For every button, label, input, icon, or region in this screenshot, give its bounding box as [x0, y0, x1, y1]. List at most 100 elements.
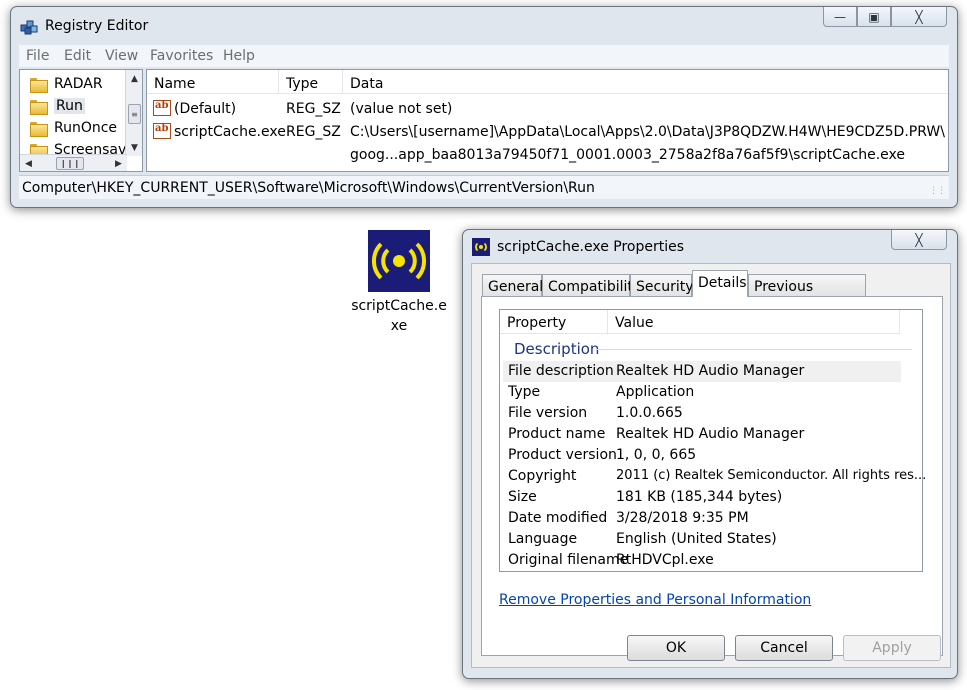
column-header-value[interactable]: Value — [608, 310, 900, 334]
scroll-left-icon[interactable]: ◀ — [20, 155, 37, 171]
property-key: Product version — [508, 447, 617, 463]
tree-vertical-scrollbar[interactable]: ▲ ≡ ▼ — [125, 70, 142, 156]
table-row[interactable]: Size 181 KB (185,344 bytes) — [503, 487, 901, 508]
folder-icon — [30, 121, 48, 137]
table-row[interactable]: Product version 1, 0, 0, 665 — [503, 445, 901, 466]
dialog-body: General Compatibility Security Details P… — [471, 263, 951, 668]
tab-security[interactable]: Security — [630, 274, 694, 297]
table-row[interactable]: Type Application — [503, 382, 901, 403]
column-header-type[interactable]: Type — [279, 70, 343, 94]
cancel-button[interactable]: Cancel — [735, 635, 833, 661]
tree-item-label: Run — [54, 98, 85, 114]
close-button[interactable]: ╳ — [891, 230, 947, 250]
apply-button[interactable]: Apply — [843, 635, 941, 661]
property-key: Date modified — [508, 510, 608, 526]
column-header-data[interactable]: Data — [343, 70, 948, 94]
value-name: (Default) — [174, 101, 237, 117]
menu-view[interactable]: View — [105, 48, 138, 64]
table-row[interactable]: File version 1.0.0.665 — [503, 403, 901, 424]
property-key: File description — [508, 363, 614, 379]
values-list[interactable]: Name Type Data ab (Default) REG_SZ (valu… — [146, 69, 949, 172]
minimize-icon: — — [834, 9, 846, 24]
key-tree[interactable]: RADAR Run RunOnce Screensav ▲ ≡ ▼ ◀ ❙❙❙ … — [19, 69, 143, 172]
section-divider — [596, 349, 912, 350]
string-value-icon: ab — [153, 100, 171, 116]
resize-grip-icon[interactable]: ⋮⋮ — [929, 186, 946, 196]
menu-file[interactable]: File — [26, 48, 49, 64]
dialog-title: scriptCache.exe Properties — [497, 239, 685, 255]
registry-editor-app-icon — [20, 20, 38, 35]
property-value: 3/28/2018 9:35 PM — [616, 510, 749, 526]
property-value: Realtek HD Audio Manager — [616, 426, 805, 442]
tab-previous-versions[interactable]: Previous Versions — [748, 274, 866, 311]
maximize-button[interactable]: ▣ — [857, 7, 891, 27]
property-value: Realtek HD Audio Manager — [616, 363, 805, 379]
folder-icon — [30, 77, 48, 93]
tree-horizontal-scrollbar[interactable]: ◀ ❙❙❙ ▶ — [20, 154, 127, 171]
property-value: 1.0.0.665 — [616, 405, 683, 421]
column-header-property[interactable]: Property — [500, 310, 608, 334]
close-icon: ╳ — [915, 9, 923, 24]
tree-item-label: RADAR — [54, 76, 103, 92]
property-key: Size — [508, 489, 537, 505]
audio-broadcast-icon — [472, 238, 490, 256]
table-row[interactable]: File description Realtek HD Audio Manager — [503, 361, 901, 382]
value-type: REG_SZ — [286, 101, 341, 117]
broadcast-graphic — [371, 242, 427, 280]
properties-list[interactable]: Property Value Description File descript… — [499, 309, 926, 572]
tree-item-run[interactable]: Run — [30, 96, 85, 116]
close-icon: ╳ — [915, 232, 923, 247]
property-key: Language — [508, 531, 578, 547]
property-key: Original filename — [508, 552, 629, 568]
column-header-name[interactable]: Name — [147, 70, 279, 94]
property-value: RtHDVCpl.exe — [616, 552, 714, 568]
menu-favorites[interactable]: Favorites — [150, 48, 213, 64]
table-row[interactable]: ab scriptCache.exe REG_SZ C:\Users\[user… — [147, 120, 947, 166]
value-name: scriptCache.exe — [174, 124, 286, 140]
scroll-right-icon[interactable]: ▶ — [110, 155, 127, 171]
table-row[interactable]: Language English (United States) — [503, 529, 901, 550]
ok-button[interactable]: OK — [627, 635, 725, 661]
tab-compatibility[interactable]: Compatibility — [542, 274, 641, 297]
value-data-continued: goog...app_baa8013a79450f71_0001.0003_27… — [350, 147, 905, 163]
property-key: Type — [508, 384, 541, 400]
details-panel: Property Value Description File descript… — [481, 296, 943, 656]
menu-bar: File Edit View Favorites Help — [19, 45, 949, 67]
section-heading: Description — [514, 340, 600, 358]
table-row[interactable]: Copyright 2011 (c) Realtek Semiconductor.… — [503, 466, 926, 487]
minimize-button[interactable]: — — [823, 7, 857, 27]
table-row[interactable]: Original filename RtHDVCpl.exe — [503, 550, 901, 571]
property-value: Application — [616, 384, 695, 400]
table-row[interactable]: Date modified 3/28/2018 9:35 PM — [503, 508, 901, 529]
tree-item-runonce[interactable]: RunOnce — [30, 118, 117, 138]
close-button[interactable]: ╳ — [891, 7, 947, 27]
window-title: Registry Editor — [45, 18, 149, 34]
status-bar: Computer\HKEY_CURRENT_USER\Software\Micr… — [19, 175, 949, 199]
audio-broadcast-icon[interactable] — [368, 230, 430, 292]
tree-item-radar[interactable]: RADAR — [30, 74, 103, 94]
value-data: (value not set) — [350, 101, 453, 117]
tab-details[interactable]: Details — [692, 270, 748, 297]
scroll-up-icon[interactable]: ▲ — [126, 70, 142, 87]
menu-edit[interactable]: Edit — [64, 48, 91, 64]
menu-help[interactable]: Help — [223, 48, 255, 64]
property-value: English (United States) — [616, 531, 777, 547]
registry-editor-window: Registry Editor — ▣ ╳ File Edit View Fav… — [10, 6, 958, 208]
property-value: 181 KB (185,344 bytes) — [616, 489, 783, 505]
property-key: File version — [508, 405, 588, 421]
scroll-down-icon[interactable]: ▼ — [126, 139, 142, 156]
property-key: Product name — [508, 426, 606, 442]
remove-properties-link[interactable]: Remove Properties and Personal Informati… — [499, 592, 811, 608]
table-row[interactable]: ab (Default) REG_SZ (value not set) — [147, 97, 947, 119]
value-type: REG_SZ — [286, 124, 341, 140]
tab-general[interactable]: General — [482, 274, 543, 297]
property-value: 2011 (c) Realtek Semiconductor. All righ… — [616, 468, 927, 483]
scroll-thumb[interactable]: ≡ — [128, 104, 141, 124]
value-data: C:\Users\[username]\AppData\Local\Apps\2… — [350, 124, 945, 140]
table-row[interactable]: Product name Realtek HD Audio Manager — [503, 424, 901, 445]
scroll-thumb[interactable]: ❙❙❙ — [56, 157, 84, 170]
properties-dialog: scriptCache.exe Properties ╳ General Com… — [462, 229, 958, 679]
maximize-icon: ▣ — [868, 9, 880, 24]
tree-item-label: RunOnce — [54, 120, 118, 136]
desktop-icon-label[interactable]: scriptCache.exe — [348, 296, 450, 336]
